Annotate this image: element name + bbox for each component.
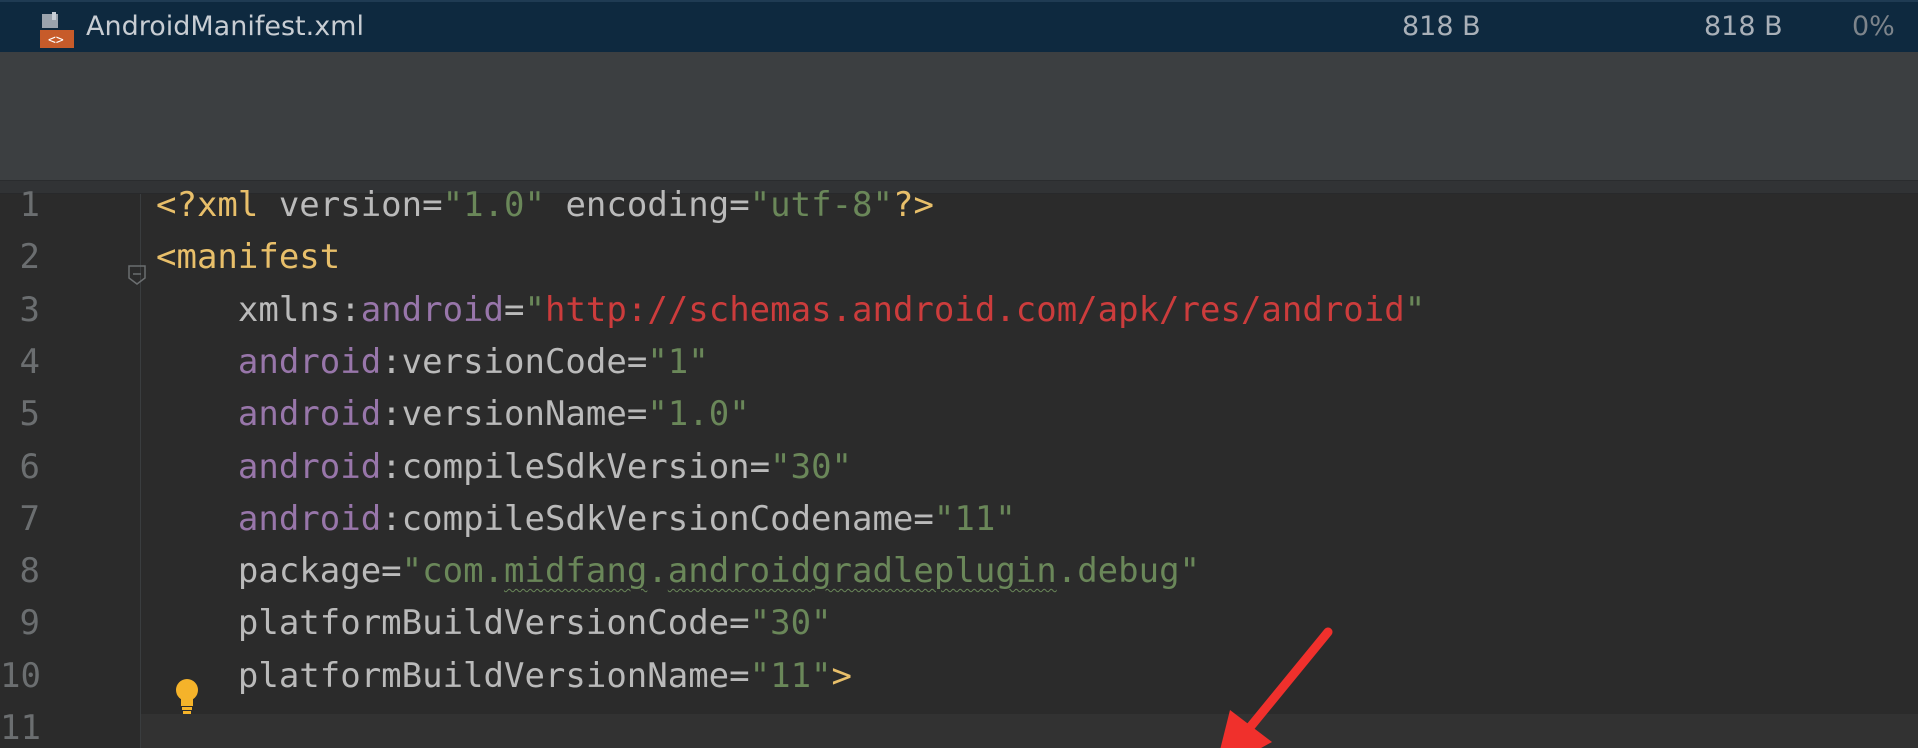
line-number: 9	[19, 603, 40, 644]
code-token: >	[831, 655, 853, 696]
code-token: <?xml	[156, 185, 279, 225]
code-token: encoding	[565, 185, 730, 225]
file-row[interactable]: <> AndroidManifest.xml 818 B 818 B 0%	[0, 0, 1918, 52]
code-token: =	[626, 341, 648, 382]
line-number: 7	[19, 498, 40, 539]
code-token: "11"	[933, 498, 1016, 539]
code-token: "utf-8"	[749, 185, 893, 225]
code-token: xmlns:	[156, 289, 361, 330]
code-token: <manifest	[156, 237, 341, 278]
download-size: 818 B	[1704, 11, 1783, 42]
code-line[interactable]: package="com.midfang.androidgradleplugin…	[156, 551, 1200, 591]
code-token: version	[278, 185, 423, 225]
code-token: :compileSdkVersionCodename	[381, 498, 914, 539]
code-editor[interactable]: 1 2 3 4 5 6 7 8 9 10 11 <?xml version="1.0" encodi…	[0, 185, 1918, 748]
code-token: =	[913, 498, 934, 539]
line-number: 5	[19, 394, 40, 435]
code-line[interactable]: android:versionName="1.0"	[156, 394, 750, 434]
code-token: "1.0"	[442, 185, 545, 225]
code-line[interactable]: android:compileSdkVersion="30"	[156, 447, 852, 487]
file-name: AndroidManifest.xml	[86, 11, 364, 42]
code-line[interactable]: platformBuildVersionCode="30"	[156, 603, 832, 643]
code-token: =	[626, 394, 648, 435]
line-number: 6	[19, 446, 40, 487]
code-token: =	[729, 655, 750, 696]
code-token: "30"	[770, 446, 853, 487]
code-token: =	[504, 289, 525, 330]
line-number: 10	[0, 655, 41, 696]
svg-text:<>: <>	[48, 33, 64, 48]
code-token: =	[749, 446, 771, 487]
size-percent: 0%	[1852, 11, 1895, 42]
code-token: package	[156, 551, 382, 592]
code-token: :versionName	[381, 394, 627, 435]
code-token: "30"	[749, 603, 832, 644]
code-line[interactable]: <manifest	[156, 237, 340, 277]
code-line[interactable]: android:versionCode="1"	[156, 342, 709, 382]
code-token: :compileSdkVersion	[381, 446, 750, 487]
code-token: .	[647, 551, 668, 592]
code-token: midfang	[504, 551, 648, 592]
code-token: "	[1404, 289, 1426, 330]
line-number: 11	[0, 708, 41, 748]
code-line[interactable]: android:compileSdkVersionCodename="11"	[156, 499, 1016, 539]
xml-file-icon: <>	[40, 12, 74, 48]
line-number: 8	[19, 551, 40, 592]
code-token: ?>	[893, 185, 934, 225]
code-token: =	[729, 185, 750, 225]
line-number: 1	[19, 185, 40, 225]
code-line[interactable]: platformBuildVersionName="11">	[156, 656, 852, 696]
code-token: android	[237, 341, 382, 382]
code-token: "	[524, 289, 545, 330]
code-token: .debug"	[1056, 551, 1201, 592]
line-number: 3	[19, 289, 40, 330]
code-line[interactable]: xmlns:android="http://schemas.android.co…	[156, 290, 1425, 330]
code-token: =	[381, 551, 402, 592]
code-token: =	[422, 185, 443, 225]
fold-marker-icon[interactable]	[127, 264, 147, 286]
code-token: platformBuildVersionName	[156, 655, 730, 696]
current-line-highlight	[141, 714, 1918, 748]
code-token: "1.0"	[647, 394, 750, 435]
code-token: android	[237, 446, 382, 487]
code-token: :versionCode	[381, 341, 627, 382]
code-token: androidgradleplugin	[667, 551, 1057, 592]
code-token: android	[237, 498, 382, 539]
line-number: 4	[19, 341, 40, 382]
code-token: android	[360, 289, 504, 330]
code-token: "com.	[401, 551, 505, 592]
code-token: "11"	[749, 655, 832, 696]
code-token: http://schemas.android.com/apk/res/andro…	[544, 289, 1405, 330]
code-token: android	[237, 394, 382, 435]
code-token: =	[729, 603, 750, 644]
file-info-panel	[0, 52, 1918, 180]
code-line[interactable]: <?xml version="1.0" encoding="utf-8"?>	[156, 185, 934, 225]
raw-file-size: 818 B	[1402, 11, 1481, 42]
code-token: platformBuildVersionCode	[156, 603, 730, 644]
code-token: "1"	[647, 341, 709, 382]
line-number: 2	[19, 237, 40, 278]
